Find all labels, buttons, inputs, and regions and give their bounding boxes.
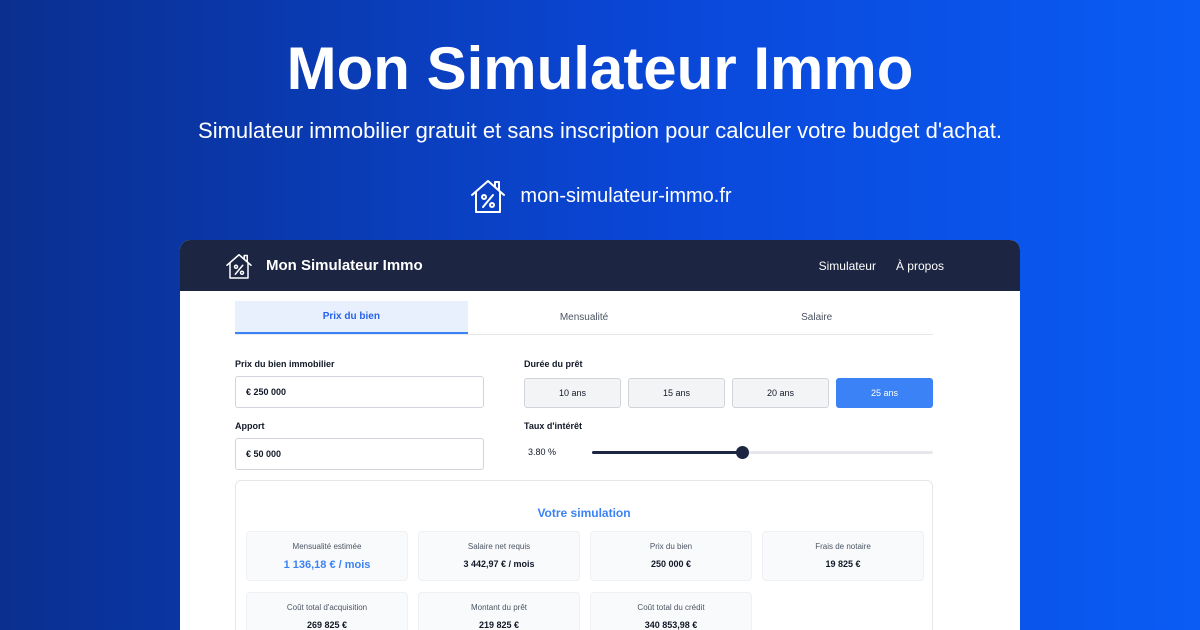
stat-value: 219 825 € bbox=[478, 620, 520, 630]
tab-mensualite[interactable]: Mensualité bbox=[468, 301, 701, 334]
stat-value: 3 442,97 € / mois bbox=[463, 559, 535, 569]
brand[interactable]: Mon Simulateur Immo bbox=[224, 251, 423, 281]
apport-label: Apport bbox=[235, 421, 265, 431]
hero-domain: mon-simulateur-immo.fr bbox=[0, 176, 1200, 216]
stat-value: 250 000 € bbox=[650, 559, 692, 569]
rate-label: Taux d'intérêt bbox=[524, 421, 582, 431]
stat-mensualite: Mensualité estimée 1 136,18 € / mois bbox=[246, 531, 408, 581]
simulation-tabs: Prix du bien Mensualité Salaire bbox=[235, 301, 933, 335]
stat-label: Montant du prêt bbox=[470, 603, 528, 612]
duration-button-25[interactable]: 25 ans bbox=[836, 378, 933, 408]
nav-links: Simulateur À propos bbox=[819, 259, 944, 273]
tab-salaire[interactable]: Salaire bbox=[700, 301, 933, 334]
brand-name: Mon Simulateur Immo bbox=[266, 257, 423, 274]
app-window: Mon Simulateur Immo Simulateur À propos … bbox=[180, 240, 1020, 630]
stat-value: 269 825 € bbox=[306, 620, 348, 630]
rate-slider-fill bbox=[592, 451, 743, 454]
stat-salaire: Salaire net requis 3 442,97 € / mois bbox=[418, 531, 580, 581]
price-input[interactable]: € 250 000 bbox=[235, 376, 484, 408]
tab-prix-du-bien[interactable]: Prix du bien bbox=[235, 301, 468, 334]
house-percent-icon bbox=[471, 180, 506, 213]
stat-label: Mensualité estimée bbox=[292, 542, 362, 551]
house-percent-icon bbox=[226, 253, 252, 279]
results-card: Votre simulation Mensualité estimée 1 13… bbox=[235, 480, 933, 630]
stat-frais-notaire: Frais de notaire 19 825 € bbox=[762, 531, 924, 581]
nav-link-simulateur[interactable]: Simulateur bbox=[819, 259, 876, 273]
hero-title: Mon Simulateur Immo bbox=[286, 35, 914, 102]
hero-subtitle: Simulateur immobilier gratuit et sans in… bbox=[198, 118, 1002, 143]
stat-cout-acquisition: Coût total d'acquisition 269 825 € bbox=[246, 592, 408, 630]
stat-label: Coût total d'acquisition bbox=[286, 603, 368, 612]
rate-slider[interactable] bbox=[592, 446, 933, 459]
apport-input[interactable]: € 50 000 bbox=[235, 438, 484, 470]
stat-value: 340 853,98 € bbox=[644, 620, 698, 630]
app-navbar: Mon Simulateur Immo Simulateur À propos bbox=[180, 240, 1020, 291]
hero-domain-text: mon-simulateur-immo.fr bbox=[520, 184, 732, 207]
stat-value: 19 825 € bbox=[825, 559, 861, 569]
stat-montant-pret: Montant du prêt 219 825 € bbox=[418, 592, 580, 630]
duration-button-15[interactable]: 15 ans bbox=[628, 378, 725, 408]
stat-value: 1 136,18 € / mois bbox=[283, 559, 371, 571]
stat-label: Prix du bien bbox=[649, 542, 693, 551]
rate-value: 3.80 % bbox=[528, 447, 557, 457]
price-label: Prix du bien immobilier bbox=[235, 359, 335, 369]
results-title: Votre simulation bbox=[537, 506, 631, 520]
stat-label: Salaire net requis bbox=[467, 542, 531, 551]
rate-slider-thumb[interactable] bbox=[736, 446, 750, 459]
stat-label: Frais de notaire bbox=[815, 542, 871, 551]
duration-label: Durée du prêt bbox=[524, 359, 583, 369]
duration-button-10[interactable]: 10 ans bbox=[524, 378, 621, 408]
nav-link-a-propos[interactable]: À propos bbox=[896, 259, 944, 273]
stat-prix: Prix du bien 250 000 € bbox=[590, 531, 752, 581]
stat-label: Coût total du crédit bbox=[637, 603, 705, 612]
stat-cout-credit: Coût total du crédit 340 853,98 € bbox=[590, 592, 752, 630]
duration-button-20[interactable]: 20 ans bbox=[732, 378, 829, 408]
